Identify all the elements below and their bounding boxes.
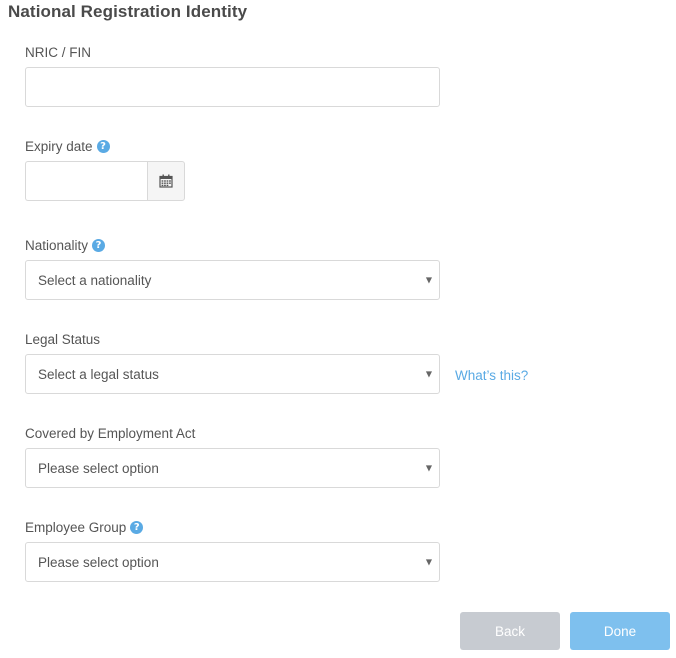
done-button[interactable]: Done bbox=[570, 612, 670, 650]
employment-act-label: Covered by Employment Act bbox=[25, 426, 195, 441]
legal-status-label-text: Legal Status bbox=[25, 332, 101, 347]
caret-down-icon: ▼ bbox=[425, 557, 432, 567]
whats-this-link[interactable]: What’s this? bbox=[455, 368, 528, 383]
expiry-date-picker bbox=[25, 161, 185, 201]
expiry-date-label: Expiry date ? bbox=[25, 139, 110, 154]
nric-label-text: NRIC / FIN bbox=[25, 45, 91, 60]
caret-down-icon: ▼ bbox=[425, 369, 432, 379]
calendar-icon bbox=[159, 174, 173, 188]
section-title: National Registration Identity bbox=[8, 2, 248, 21]
employment-act-label-text: Covered by Employment Act bbox=[25, 426, 196, 441]
nationality-label: Nationality ? bbox=[25, 238, 106, 253]
nationality-select[interactable]: Select a nationality ▼ bbox=[25, 260, 440, 300]
caret-down-icon: ▼ bbox=[425, 275, 432, 285]
nationality-selected-value: Select a nationality bbox=[38, 272, 152, 288]
nationality-label-text: Nationality bbox=[25, 238, 89, 253]
employee-group-label-text: Employee Group bbox=[25, 520, 127, 535]
employment-act-select[interactable]: Please select option ▼ bbox=[25, 448, 440, 488]
nric-input[interactable] bbox=[25, 67, 440, 107]
question-circle-icon[interactable]: ? bbox=[92, 239, 106, 252]
employee-group-select[interactable]: Please select option ▼ bbox=[25, 542, 440, 582]
legal-status-label: Legal Status bbox=[25, 332, 100, 347]
expiry-date-label-text: Expiry date bbox=[25, 139, 93, 154]
calendar-button[interactable] bbox=[147, 161, 185, 201]
question-circle-icon[interactable]: ? bbox=[130, 521, 144, 534]
question-circle-icon[interactable]: ? bbox=[96, 140, 110, 153]
employee-group-selected-value: Please select option bbox=[38, 554, 159, 570]
legal-status-selected-value: Select a legal status bbox=[38, 366, 159, 382]
caret-down-icon: ▼ bbox=[425, 463, 432, 473]
employment-act-selected-value: Please select option bbox=[38, 460, 159, 476]
back-button[interactable]: Back bbox=[460, 612, 560, 650]
legal-status-select[interactable]: Select a legal status ▼ bbox=[25, 354, 440, 394]
nric-label: NRIC / FIN bbox=[25, 45, 91, 60]
expiry-date-input[interactable] bbox=[25, 161, 147, 201]
employee-group-label: Employee Group ? bbox=[25, 520, 144, 535]
